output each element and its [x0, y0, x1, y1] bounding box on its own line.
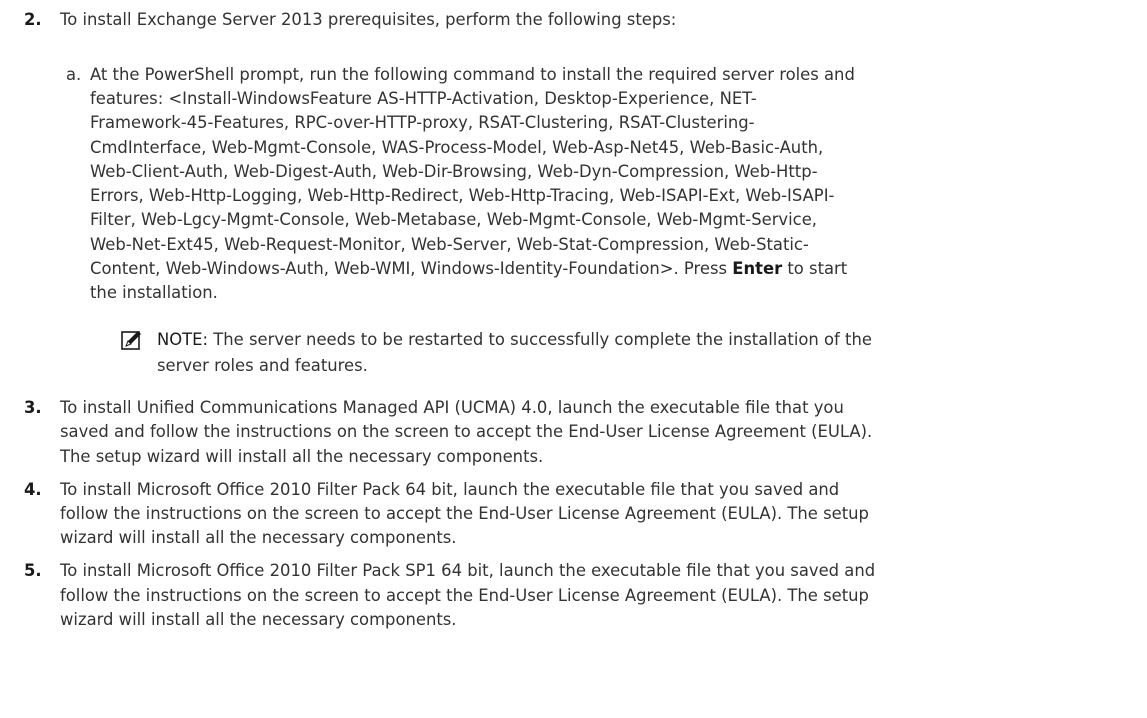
note-label: NOTE:	[157, 330, 209, 349]
step-5-line: wizard will install all the necessary co…	[60, 610, 457, 629]
substep-line: Filter, Web-Lgcy-Mgmt-Console, Web-Metab…	[90, 210, 817, 229]
substep-line-tail: to start	[782, 259, 848, 278]
step-5-number: 5.	[24, 561, 42, 580]
substep-line: Errors, Web-Http-Logging, Web-Http-Redir…	[90, 186, 835, 205]
substep-line: Content, Web-Windows-Auth, Web-WMI, Wind…	[90, 259, 733, 278]
step-2-text: To install Exchange Server 2013 prerequi…	[60, 10, 677, 29]
substep-line: features: <Install-WindowsFeature AS-HTT…	[90, 89, 757, 108]
substep-line: At the PowerShell prompt, run the follow…	[90, 65, 855, 84]
note-line-1: NOTE: The server needs to be restarted t…	[157, 329, 872, 351]
substep-last-line: the installation.	[90, 283, 218, 302]
step-4-number: 4.	[24, 480, 42, 499]
step-4-line: To install Microsoft Office 2010 Filter …	[60, 480, 840, 499]
step-3-number: 3.	[24, 398, 42, 417]
enter-key-label: Enter	[732, 259, 783, 278]
step-5-line: To install Microsoft Office 2010 Filter …	[60, 561, 876, 580]
step-4-line: follow the instructions on the screen to…	[60, 504, 869, 523]
pencil-note-icon	[121, 329, 143, 351]
substep-a-letter: a.	[66, 65, 82, 84]
substep-line: Web-Client-Auth, Web-Digest-Auth, Web-Di…	[90, 162, 818, 181]
step-2-number: 2.	[24, 10, 42, 29]
step-5-line: follow the instructions on the screen to…	[60, 586, 869, 605]
step-3-line: To install Unified Communications Manage…	[60, 398, 844, 417]
note-text: The server needs to be restarted to succ…	[208, 330, 872, 349]
step-4-line: wizard will install all the necessary co…	[60, 528, 457, 547]
note-line-2: server roles and features.	[157, 356, 368, 375]
substep-line: Web-Net-Ext45, Web-Request-Monitor, Web-…	[90, 235, 809, 254]
substep-line: Framework-45-Features, RPC-over-HTTP-pro…	[90, 113, 755, 132]
substep-line-press: Content, Web-Windows-Auth, Web-WMI, Wind…	[90, 258, 847, 280]
step-3-line: saved and follow the instructions on the…	[60, 422, 873, 441]
substep-line: CmdInterface, Web-Mgmt-Console, WAS-Proc…	[90, 138, 824, 157]
step-3-line: The setup wizard will install all the ne…	[60, 447, 544, 466]
